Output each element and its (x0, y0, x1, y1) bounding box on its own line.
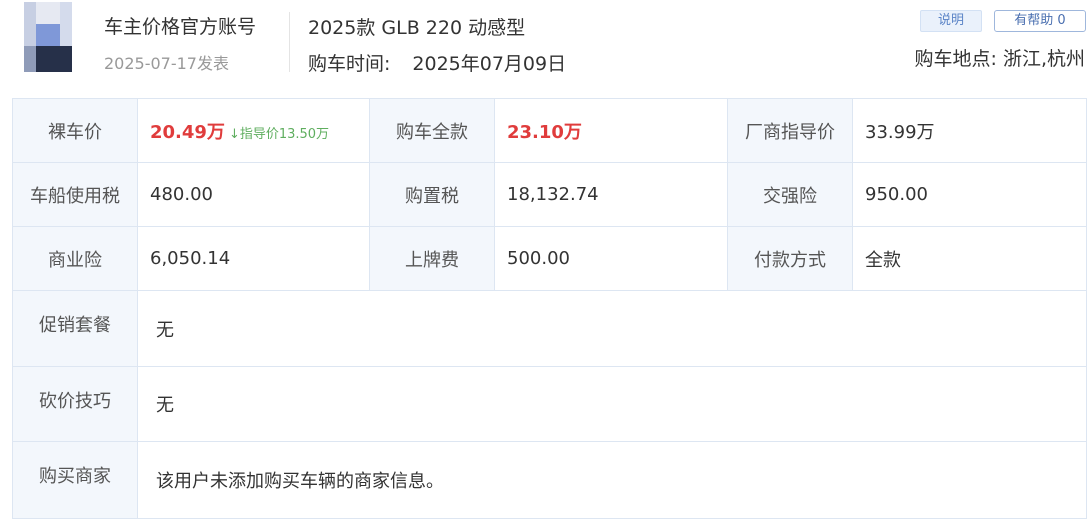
label-bare-price: 裸车价 (12, 98, 138, 163)
price-detail-table: 裸车价 20.49万 ↓指导价13.50万 购车全款 23.10万 厂商指导价 3… (12, 98, 1087, 519)
table-row: 促销套餐 无 (12, 290, 1087, 367)
helpful-button[interactable]: 有帮助 0 (994, 10, 1086, 32)
label-purchase-tax: 购置税 (369, 162, 495, 227)
value-total-price: 23.10万 (494, 98, 728, 163)
author-name[interactable]: 车主价格官方账号 (104, 12, 256, 39)
value-purchase-tax: 18,132.74 (494, 162, 728, 227)
label-compulsory-insurance: 交强险 (727, 162, 853, 227)
value-payment-method: 全款 (852, 226, 1087, 291)
value-bare-price: 20.49万 ↓指导价13.50万 (137, 98, 370, 163)
explain-button[interactable]: 说明 (920, 10, 982, 32)
label-total-price: 购车全款 (369, 98, 495, 163)
guide-price-diff: ↓指导价13.50万 (228, 126, 330, 142)
table-row: 购买商家 该用户未添加购买车辆的商家信息。 (12, 441, 1087, 519)
label-dealer: 购买商家 (12, 441, 138, 519)
purchase-time-value: 2025年07月09日 (412, 53, 567, 75)
value-commercial-insurance: 6,050.14 (137, 226, 370, 291)
value-plate-fee: 500.00 (494, 226, 728, 291)
post-date: 2025-07-17发表 (104, 54, 229, 73)
value-compulsory-insurance: 950.00 (852, 162, 1087, 227)
total-price: 23.10万 (507, 121, 582, 143)
value-bargain-tips: 无 (137, 366, 1087, 442)
label-msrp: 厂商指导价 (727, 98, 853, 163)
purchase-time-label: 购车时间: (308, 53, 391, 75)
label-bargain-tips: 砍价技巧 (12, 366, 138, 442)
label-commercial-insurance: 商业险 (12, 226, 138, 291)
value-promotion: 无 (137, 290, 1087, 367)
label-promotion: 促销套餐 (12, 290, 138, 367)
purchase-time: 购车时间: 2025年07月09日 (308, 49, 566, 76)
table-row: 砍价技巧 无 (12, 366, 1087, 442)
avatar[interactable] (24, 2, 72, 72)
table-row: 裸车价 20.49万 ↓指导价13.50万 购车全款 23.10万 厂商指导价 3… (12, 98, 1087, 163)
value-dealer: 该用户未添加购买车辆的商家信息。 (137, 441, 1087, 519)
bare-price: 20.49万 (150, 121, 225, 143)
header-divider (289, 12, 290, 72)
car-model[interactable]: 2025款 GLB 220 动感型 (308, 13, 525, 40)
label-vehicle-tax: 车船使用税 (12, 162, 138, 227)
table-row: 商业险 6,050.14 上牌费 500.00 付款方式 全款 (12, 226, 1087, 291)
label-plate-fee: 上牌费 (369, 226, 495, 291)
table-row: 车船使用税 480.00 购置税 18,132.74 交强险 950.00 (12, 162, 1087, 227)
post-header: 车主价格官方账号 2025-07-17发表 2025款 GLB 220 动感型 … (0, 0, 1091, 92)
purchase-location: 购车地点: 浙江,杭州 (914, 48, 1085, 70)
value-vehicle-tax: 480.00 (137, 162, 370, 227)
label-payment-method: 付款方式 (727, 226, 853, 291)
value-msrp: 33.99万 (852, 98, 1087, 163)
